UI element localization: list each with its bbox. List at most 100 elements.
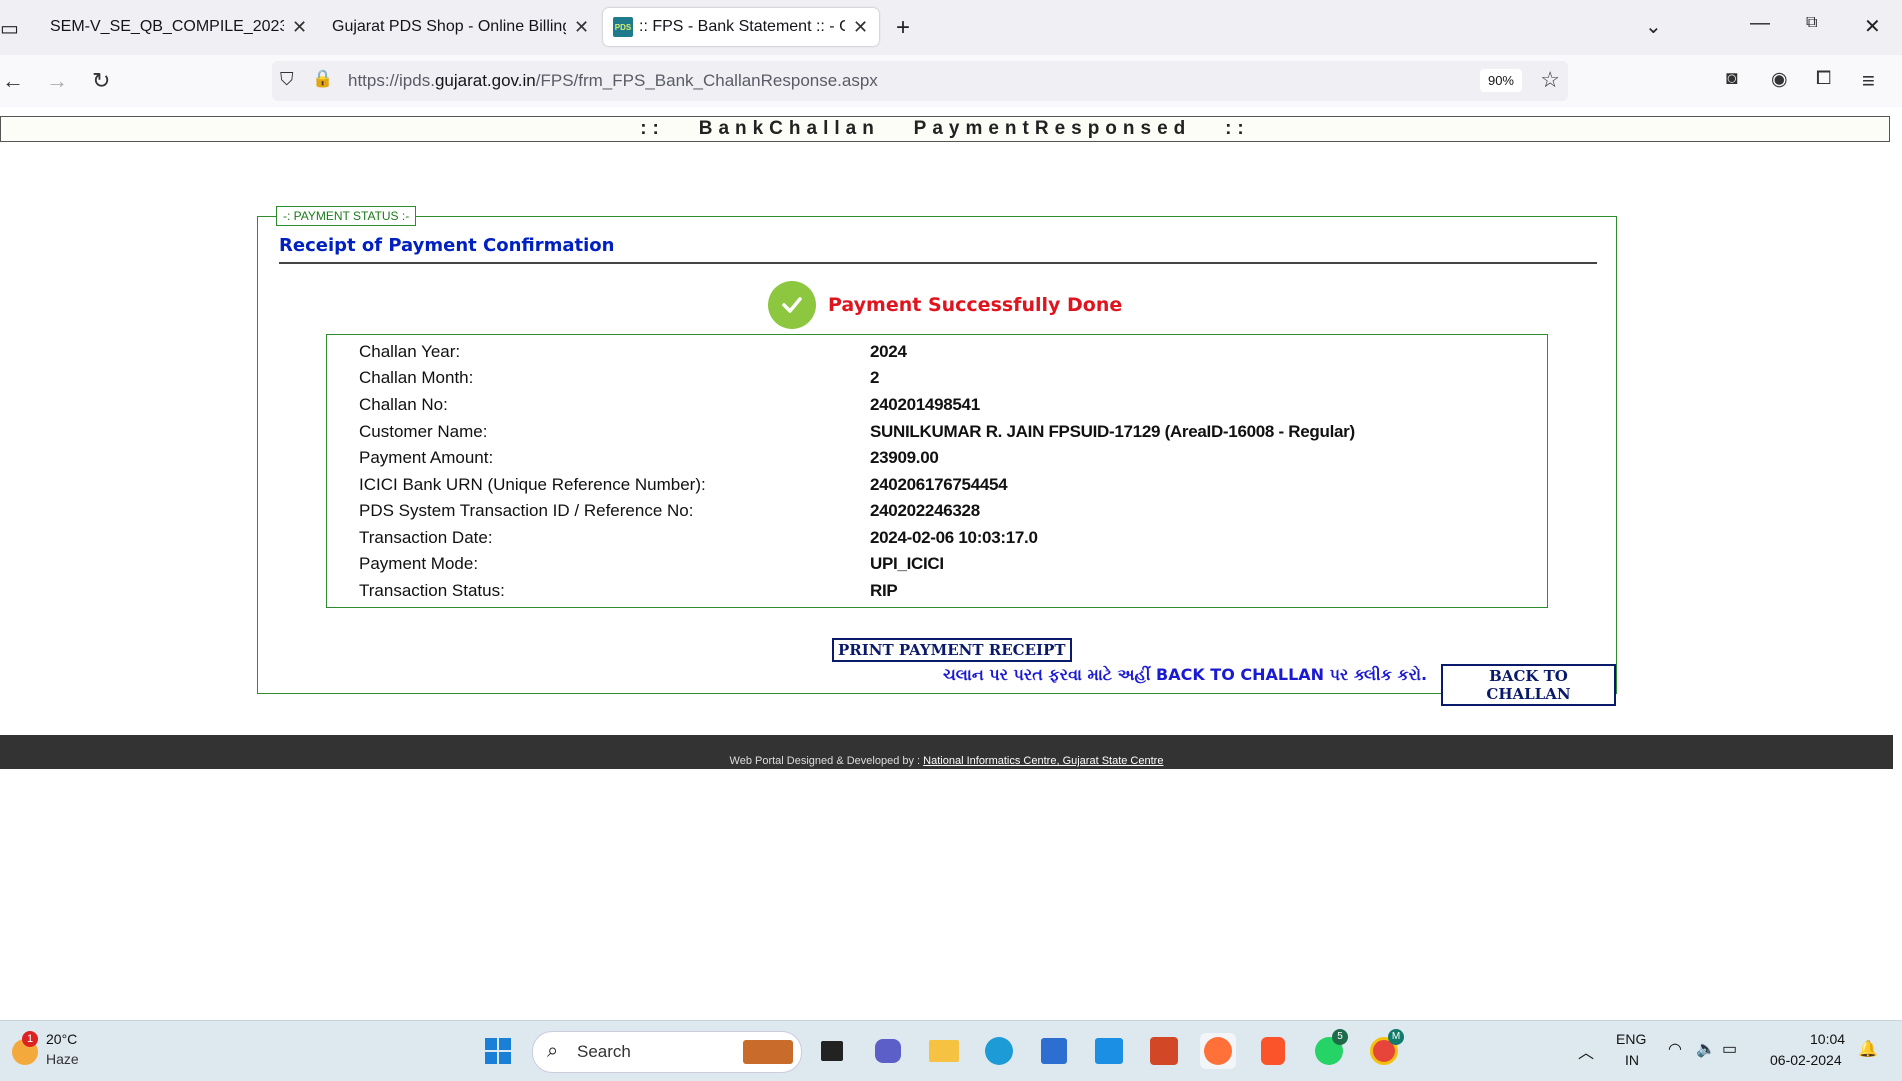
page-footer: Web Portal Designed & Developed by : Nat… [0,735,1893,769]
nic-link[interactable]: National Informatics Centre, Gujarat Sta… [923,755,1163,767]
detail-row-challan-month: Challan Month: 2 [359,368,1539,394]
pds-favicon-icon: PDS [613,17,633,37]
payment-details-table: Challan Year: 2024 Challan Month: 2 Chal… [326,334,1548,608]
detail-row-transaction-date: Transaction Date: 2024-02-06 10:03:17.0 [359,528,1539,554]
task-view-icon[interactable] [814,1033,850,1069]
tab-list-icon[interactable]: ▭ [0,16,19,41]
success-banner: Payment Successfully Done [768,281,1122,329]
forward-arrow-icon[interactable]: → [46,68,68,94]
notification-bell-icon[interactable]: 🔔 [1858,1039,1878,1059]
battery-icon[interactable]: ▭ [1722,1039,1737,1059]
taskbar-search-box[interactable]: ⌕ Search [532,1031,802,1073]
success-message: Payment Successfully Done [828,294,1123,316]
file-explorer-icon[interactable] [926,1033,962,1069]
zoom-level-badge[interactable]: 90% [1479,69,1522,92]
shield-icon[interactable]: ⛉ [280,69,294,90]
detail-value: 240206176754454 [870,475,1008,494]
detail-row-challan-no: Challan No: 240201498541 [359,395,1539,421]
url-text[interactable]: https://ipds.gujarat.gov.in/FPS/frm_FPS_… [348,71,878,91]
detail-row-challan-year: Challan Year: 2024 [359,342,1539,368]
close-icon[interactable]: ✕ [574,17,589,38]
search-icon: ⌕ [547,1040,559,1062]
tab-title: :: FPS - Bank Statement :: - Gam [639,18,845,35]
footer-text: Web Portal Designed & Developed by : Nat… [0,755,1893,767]
detail-value: 240201498541 [870,395,980,414]
lock-icon[interactable]: 🔒 [312,69,333,89]
back-to-challan-button[interactable]: BACK TO CHALLAN [1441,664,1616,706]
volume-icon[interactable]: 🔈 [1696,1039,1716,1059]
tab-gujarat-pds[interactable]: Gujarat PDS Shop - Online Billing Sy ✕ [332,8,590,46]
detail-value: UPI_ICICI [870,554,944,573]
account-icon[interactable]: ◉ [1771,68,1788,91]
brave-icon[interactable] [1255,1033,1291,1069]
back-to-challan-note: ચલાન પર પરત ફરવા માટે અહીં BACK TO CHALL… [943,665,1428,684]
edge-icon[interactable] [981,1033,1017,1069]
browser-nav-bar: ← → ↻ ⛉ 🔒 https://ipds.gujarat.gov.in/FP… [0,55,1902,107]
back-arrow-icon[interactable]: ← [2,68,24,94]
close-icon[interactable]: ✕ [292,17,307,38]
reload-icon[interactable]: ↻ [92,68,110,94]
pocket-icon[interactable]: ◙ [1726,68,1737,90]
close-icon[interactable]: ✕ [853,17,868,38]
whatsapp-badge: 5 [1332,1029,1348,1045]
bookmark-star-icon[interactable]: ☆ [1540,67,1560,93]
detail-value: 2 [870,368,880,387]
detail-row-customer-name: Customer Name: SUNILKUMAR R. JAIN FPSUID… [359,422,1539,448]
divider [279,262,1597,264]
detail-value: SUNILKUMAR R. JAIN FPSUID-17129 (AreaID-… [870,422,1355,441]
language-indicator-line2[interactable]: IN [1625,1052,1639,1068]
detail-row-payment-amount: Payment Amount: 23909.00 [359,448,1539,474]
powerpoint-icon[interactable] [1146,1033,1182,1069]
new-tab-icon[interactable]: + [896,14,910,42]
teams-chat-icon[interactable] [870,1033,906,1069]
detail-row-payment-mode: Payment Mode: UPI_ICICI [359,554,1539,580]
detail-value: RIP [870,581,898,600]
minimize-icon[interactable]: — [1750,12,1770,35]
store-icon[interactable] [1036,1033,1072,1069]
detail-label: Challan Month: [359,368,474,387]
page-header: :: BankChallan PaymentResponsed :: [0,116,1890,142]
taskbar: 1 20°C Haze ⌕ Search 5 M ︿ ENG IN ◠ 🔈 ▭ … [0,1020,1902,1081]
receipt-title: Receipt of Payment Confirmation [279,235,615,256]
prime-video-icon[interactable] [1091,1033,1127,1069]
detail-value: 23909.00 [870,448,939,467]
search-label: Search [577,1042,631,1061]
weather-condition[interactable]: Haze [46,1051,79,1067]
payment-status-legend: -: PAYMENT STATUS :- [276,206,417,226]
detail-row-transaction-status: Transaction Status: RIP [359,581,1539,607]
tab-title: Gujarat PDS Shop - Online Billing Sy [332,18,566,35]
language-indicator-line1[interactable]: ENG [1616,1031,1646,1047]
address-bar[interactable]: ⛉ 🔒 https://ipds.gujarat.gov.in/FPS/frm_… [272,61,1568,101]
window-close-icon[interactable]: ✕ [1864,14,1881,39]
weather-alert-badge: 1 [22,1031,38,1047]
detail-row-bank-urn: ICICI Bank URN (Unique Reference Number)… [359,475,1539,501]
detail-label: Customer Name: [359,422,488,441]
chrome-profile-badge: M [1388,1029,1404,1045]
detail-label: Payment Amount: [359,448,494,467]
tray-overflow-chevron-icon[interactable]: ︿ [1578,1039,1594,1063]
clock-date[interactable]: 06-02-2024 [1770,1052,1842,1068]
detail-value: 240202246328 [870,501,980,520]
print-payment-receipt-button[interactable]: PRINT PAYMENT RECEIPT [832,638,1072,662]
detail-label: ICICI Bank URN (Unique Reference Number)… [359,475,706,494]
detail-value: 2024 [870,342,907,361]
detail-label: Payment Mode: [359,554,479,573]
tab-sem-v[interactable]: SEM-V_SE_QB_COMPILE_2023_Final ✕ [50,8,308,46]
detail-label: Transaction Date: [359,528,493,547]
restore-icon[interactable]: ⧉ [1806,14,1817,32]
payment-status-panel: -: PAYMENT STATUS :- Receipt of Payment … [257,206,1617,706]
detail-row-transaction-id: PDS System Transaction ID / Reference No… [359,501,1539,527]
weather-temperature[interactable]: 20°C [46,1031,77,1047]
windows-start-icon[interactable] [480,1033,516,1069]
menu-icon[interactable]: ≡ [1862,68,1875,94]
tab-fps-bank-statement[interactable]: PDS :: FPS - Bank Statement :: - Gam ✕ [603,8,879,46]
detail-label: Challan No: [359,395,448,414]
clock-time[interactable]: 10:04 [1810,1031,1845,1047]
tab-title: SEM-V_SE_QB_COMPILE_2023_Final [50,18,284,35]
extensions-icon[interactable]: ⧠ [1816,68,1831,90]
wifi-icon[interactable]: ◠ [1668,1039,1682,1059]
firefox-icon[interactable] [1200,1033,1236,1069]
chevron-down-icon[interactable]: ⌄ [1645,14,1662,39]
detail-label: PDS System Transaction ID / Reference No… [359,501,694,520]
detail-label: Challan Year: [359,342,461,361]
